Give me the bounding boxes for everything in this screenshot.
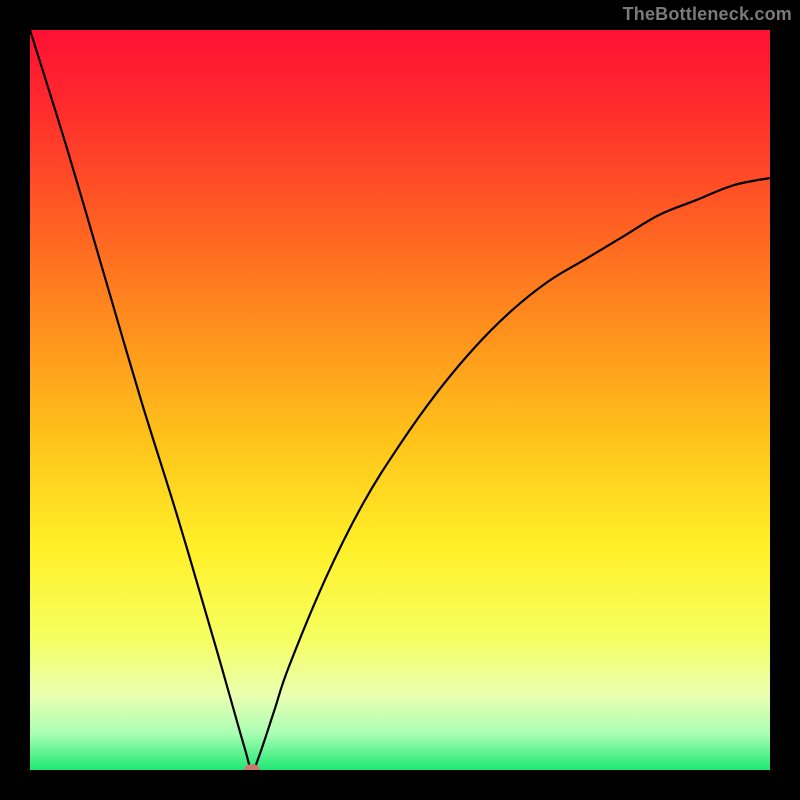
watermark-text: TheBottleneck.com: [623, 4, 792, 25]
chart-frame: TheBottleneck.com: [0, 0, 800, 800]
chart-plot: [30, 30, 770, 770]
